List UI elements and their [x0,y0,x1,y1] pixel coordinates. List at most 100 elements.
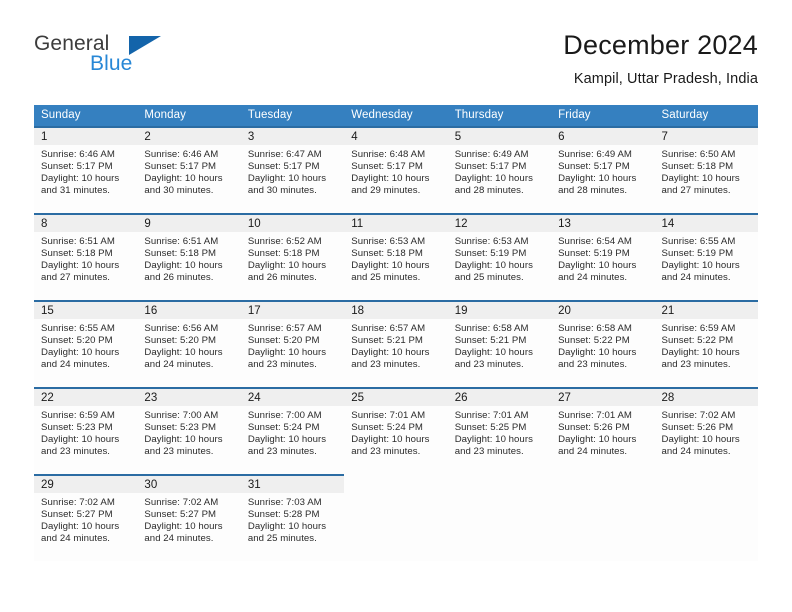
sunrise-time: Sunrise: 6:53 AM [454,236,529,247]
calendar-day[interactable]: 14 Sunrise: 6:55 AM Sunset: 5:19 PM Dayligh… [654,213,758,300]
calendar-day-empty [654,474,758,561]
calendar-day-cell: 4 Sunrise: 6:48 AM Sunset: 5:17 PM Daylight… [344,126,448,213]
daylight-duration-line2: and 23 minutes. [144,445,214,457]
sunset-time: Sunset: 5:17 PM [41,160,113,172]
day-number: 6 [551,128,655,145]
daylight-duration-line1: Daylight: 10 hours [144,520,223,532]
daylight-duration-line2: and 24 minutes. [558,445,628,457]
calendar-day[interactable]: 7 Sunrise: 6:50 AM Sunset: 5:18 PM Daylight… [654,126,758,213]
calendar-day-cell: 30 Sunrise: 7:02 AM Sunset: 5:27 PM Dayligh… [137,474,241,561]
day-details: Sunrise: 6:48 AM Sunset: 5:17 PM Daylight:… [344,145,447,197]
daylight-duration-line1: Daylight: 10 hours [144,172,223,184]
calendar-week-row: 22 Sunrise: 6:59 AM Sunset: 5:23 PM Dayligh… [34,387,758,474]
day-number: 7 [654,128,758,145]
calendar-day[interactable]: 18 Sunrise: 6:57 AM Sunset: 5:21 PM Dayligh… [344,300,448,387]
sunset-time: Sunset: 5:19 PM [454,247,527,259]
day-details: Sunrise: 6:50 AM Sunset: 5:18 PM Daylight:… [655,145,758,197]
sunrise-time: Sunrise: 7:01 AM [558,410,632,421]
day-number: 22 [34,389,138,406]
daylight-duration-line1: Daylight: 10 hours [144,433,223,445]
calendar-day[interactable]: 31 Sunrise: 7:03 AM Sunset: 5:28 PM Dayligh… [240,474,345,561]
calendar-day-cell: 23 Sunrise: 7:00 AM Sunset: 5:23 PM Dayligh… [137,387,241,474]
sunset-time: Sunset: 5:28 PM [247,508,320,520]
general-blue-logo[interactable]: General Blue [34,30,234,88]
sunrise-sunset-calendar-table: Sunday Monday Tuesday Wednesday Thursday… [34,105,758,561]
calendar-day-cell: 15 Sunrise: 6:55 AM Sunset: 5:20 PM Dayligh… [34,300,138,387]
calendar-day[interactable]: 26 Sunrise: 7:01 AM Sunset: 5:25 PM Dayligh… [447,387,552,474]
calendar-day[interactable]: 25 Sunrise: 7:01 AM Sunset: 5:24 PM Dayligh… [344,387,448,474]
page-title: December 2024 [563,30,758,60]
calendar-day-cell: 19 Sunrise: 6:58 AM Sunset: 5:21 PM Dayligh… [447,300,552,387]
day-number: 28 [654,389,758,406]
daylight-duration-line1: Daylight: 10 hours [454,346,533,358]
calendar-day[interactable]: 21 Sunrise: 6:59 AM Sunset: 5:22 PM Dayligh… [654,300,758,387]
calendar-day[interactable]: 6 Sunrise: 6:49 AM Sunset: 5:17 PM Daylight… [551,126,655,213]
page-subtitle-location: Kampil, Uttar Pradesh, India [573,71,758,87]
calendar-day[interactable]: 30 Sunrise: 7:02 AM Sunset: 5:27 PM Dayligh… [137,474,241,561]
daylight-duration-line1: Daylight: 10 hours [558,259,637,271]
day-number: 29 [34,476,138,493]
calendar-day[interactable]: 29 Sunrise: 7:02 AM Sunset: 5:27 PM Dayligh… [34,474,138,561]
calendar-day[interactable]: 3 Sunrise: 6:47 AM Sunset: 5:17 PM Daylight… [240,126,345,213]
sunset-time: Sunset: 5:17 PM [454,160,527,172]
calendar-day[interactable]: 16 Sunrise: 6:56 AM Sunset: 5:20 PM Dayligh… [137,300,241,387]
daylight-duration-line1: Daylight: 10 hours [661,172,740,184]
calendar-day[interactable]: 28 Sunrise: 7:02 AM Sunset: 5:26 PM Dayligh… [654,387,758,474]
calendar-day[interactable]: 2 Sunrise: 6:46 AM Sunset: 5:17 PM Daylight… [137,126,241,213]
daylight-duration-line1: Daylight: 10 hours [454,433,533,445]
day-number: 27 [551,389,655,406]
day-number: 3 [240,128,345,145]
sunrise-time: Sunrise: 6:55 AM [661,236,736,247]
sunset-time: Sunset: 5:24 PM [247,421,320,433]
day-details: Sunrise: 6:59 AM Sunset: 5:22 PM Daylight:… [655,319,758,371]
day-details: Sunrise: 6:51 AM Sunset: 5:18 PM Daylight:… [137,232,240,284]
calendar-day[interactable]: 10 Sunrise: 6:52 AM Sunset: 5:18 PM Dayligh… [240,213,345,300]
day-details: Sunrise: 7:02 AM Sunset: 5:26 PM Daylight:… [655,406,758,458]
calendar-day[interactable]: 11 Sunrise: 6:53 AM Sunset: 5:18 PM Dayligh… [344,213,448,300]
calendar-day[interactable]: 15 Sunrise: 6:55 AM Sunset: 5:20 PM Dayligh… [34,300,138,387]
calendar-day[interactable]: 24 Sunrise: 7:00 AM Sunset: 5:24 PM Dayligh… [240,387,345,474]
calendar-body: 1 Sunrise: 6:46 AM Sunset: 5:17 PM Daylight… [34,126,758,561]
day-details: Sunrise: 6:57 AM Sunset: 5:20 PM Daylight:… [241,319,344,371]
day-number: 11 [344,215,448,232]
sunrise-time: Sunrise: 6:52 AM [247,236,322,247]
day-details: Sunrise: 6:49 AM Sunset: 5:17 PM Daylight:… [448,145,551,197]
sunset-time: Sunset: 5:26 PM [661,421,734,433]
sunset-time: Sunset: 5:23 PM [144,421,217,433]
calendar-day[interactable]: 19 Sunrise: 6:58 AM Sunset: 5:21 PM Dayligh… [447,300,552,387]
calendar-day[interactable]: 13 Sunrise: 6:54 AM Sunset: 5:19 PM Dayligh… [551,213,655,300]
day-number: 9 [137,215,241,232]
day-details: Sunrise: 6:51 AM Sunset: 5:18 PM Daylight:… [34,232,137,284]
day-details: Sunrise: 6:58 AM Sunset: 5:21 PM Daylight:… [448,319,551,371]
calendar-day[interactable]: 8 Sunrise: 6:51 AM Sunset: 5:18 PM Daylight… [34,213,138,300]
daylight-duration-line1: Daylight: 10 hours [351,172,430,184]
logo-text-blue: Blue [90,52,133,75]
calendar-day[interactable]: 20 Sunrise: 6:58 AM Sunset: 5:22 PM Dayligh… [551,300,655,387]
sunset-time: Sunset: 5:22 PM [558,334,630,346]
sunrise-time: Sunrise: 6:58 AM [558,323,632,334]
sunset-time: Sunset: 5:18 PM [41,247,113,259]
daylight-duration-line2: and 23 minutes. [247,358,317,370]
calendar-day[interactable]: 22 Sunrise: 6:59 AM Sunset: 5:23 PM Dayligh… [34,387,138,474]
daylight-duration-line1: Daylight: 10 hours [661,259,740,271]
day-number: 24 [240,389,345,406]
sunrise-time: Sunrise: 6:51 AM [41,236,115,247]
day-number: 2 [137,128,241,145]
calendar-day[interactable]: 17 Sunrise: 6:57 AM Sunset: 5:20 PM Dayligh… [240,300,345,387]
calendar-day[interactable]: 4 Sunrise: 6:48 AM Sunset: 5:17 PM Daylight… [344,126,448,213]
sunrise-time: Sunrise: 7:02 AM [144,497,219,508]
day-number: 1 [34,128,138,145]
daylight-duration-line2: and 23 minutes. [351,445,421,457]
sunrise-time: Sunrise: 7:02 AM [41,497,115,508]
calendar-day[interactable]: 27 Sunrise: 7:01 AM Sunset: 5:26 PM Dayligh… [551,387,655,474]
calendar-day[interactable]: 9 Sunrise: 6:51 AM Sunset: 5:18 PM Daylight… [137,213,241,300]
sunset-time: Sunset: 5:21 PM [351,334,423,346]
day-details: Sunrise: 7:02 AM Sunset: 5:27 PM Daylight:… [137,493,240,545]
calendar-day[interactable]: 5 Sunrise: 6:49 AM Sunset: 5:17 PM Daylight… [447,126,552,213]
calendar-day[interactable]: 12 Sunrise: 6:53 AM Sunset: 5:19 PM Dayligh… [447,213,552,300]
calendar-day[interactable]: 1 Sunrise: 6:46 AM Sunset: 5:17 PM Daylight… [34,126,138,213]
calendar-day[interactable]: 23 Sunrise: 7:00 AM Sunset: 5:23 PM Dayligh… [137,387,241,474]
daylight-duration-line2: and 24 minutes. [661,445,731,457]
day-details: Sunrise: 6:54 AM Sunset: 5:19 PM Daylight:… [551,232,654,284]
calendar-day-cell: 31 Sunrise: 7:03 AM Sunset: 5:28 PM Dayligh… [240,474,345,561]
